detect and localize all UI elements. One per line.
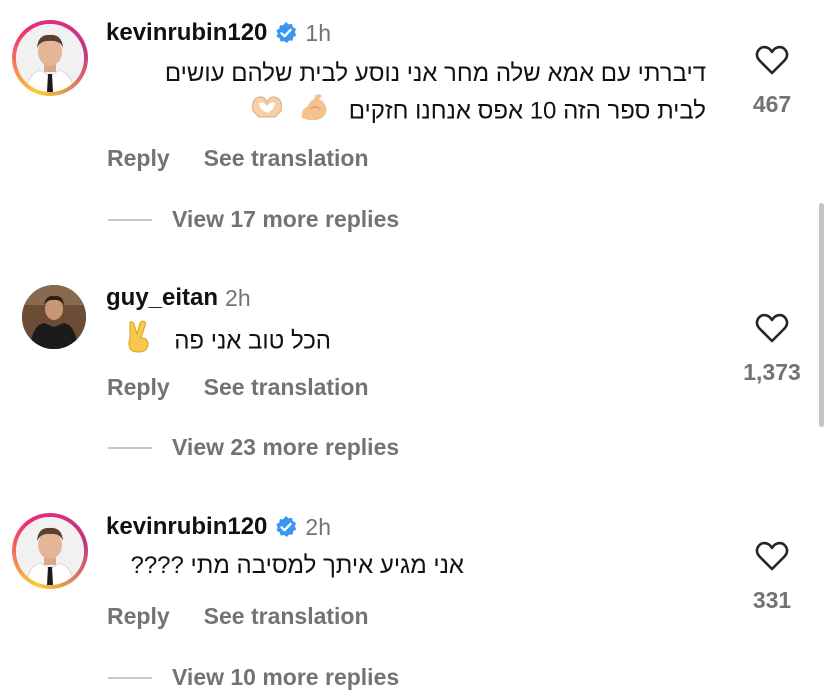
divider-line [108,676,152,679]
comment-text: הכל טוב אני פה [174,327,331,355]
avatar-story-ring[interactable] [12,20,88,96]
heart-outline-icon[interactable] [755,313,789,343]
comment-text-line-1: הכל טוב אני פה [124,320,331,364]
victory-hand-icon [124,320,152,364]
comment-header: kevinrubin120 1h [106,17,331,49]
scrollbar[interactable] [819,203,824,427]
view-replies-label: View 10 more replies [172,664,400,690]
person-avatar-icon [22,285,86,349]
avatar-story-ring[interactable] [12,513,88,589]
like-area: 331 [722,541,822,614]
comment-actions: Reply See translation [107,145,369,172]
timestamp: 1h [305,19,331,46]
divider-line [108,218,152,221]
like-count: 331 [752,587,792,613]
timestamp: 2h [225,284,251,311]
comment-actions: Reply See translation [107,603,369,630]
username[interactable]: guy_eitan [106,284,218,312]
divider-line [108,446,152,449]
reply-button[interactable]: Reply [107,603,170,630]
avatar[interactable] [22,285,86,349]
comment-actions: Reply See translation [107,374,369,401]
like-count: 467 [752,91,792,117]
username[interactable]: kevinrubin120 [106,513,267,541]
comment-text-line-2: לבית ספר הזה 10 אפס אנחנו חזקים [249,91,706,133]
view-replies-button[interactable]: View 17 more replies [108,206,399,233]
view-replies-label: View 23 more replies [172,434,400,460]
verified-badge-icon [274,515,298,539]
verified-badge-icon [274,21,298,45]
comment-header: guy_eitan 2h [106,282,251,314]
heart-outline-icon[interactable] [755,541,789,571]
heart-hands-icon [249,91,285,133]
timestamp: 2h [305,513,331,540]
see-translation-button[interactable]: See translation [204,374,369,401]
like-count: 1,373 [743,359,801,385]
view-replies-button[interactable]: View 23 more replies [108,434,399,461]
person-avatar-icon [16,517,84,585]
like-area: 1,373 [722,313,822,386]
comment-header: kevinrubin120 2h [106,511,331,543]
view-replies-label: View 17 more replies [172,206,400,232]
like-area: 467 [722,45,822,118]
person-avatar-icon [16,24,84,92]
reply-button[interactable]: Reply [107,374,170,401]
flexed-biceps-icon [298,91,330,133]
see-translation-button[interactable]: See translation [204,603,369,630]
heart-outline-icon[interactable] [755,45,789,75]
comment-text: לבית ספר הזה 10 אפס אנחנו חזקים [348,97,706,125]
avatar [16,517,84,585]
username[interactable]: kevinrubin120 [106,19,267,47]
avatar [16,24,84,92]
reply-button[interactable]: Reply [107,145,170,172]
comment-text-line-1: דיברתי עם אמא שלה מחר אני נוסע לבית שלהם… [164,60,706,87]
comment-text-line-1: אני מגיע איתך למסיבה מתי ???? [130,552,464,579]
see-translation-button[interactable]: See translation [204,145,369,172]
view-replies-button[interactable]: View 10 more replies [108,664,399,691]
